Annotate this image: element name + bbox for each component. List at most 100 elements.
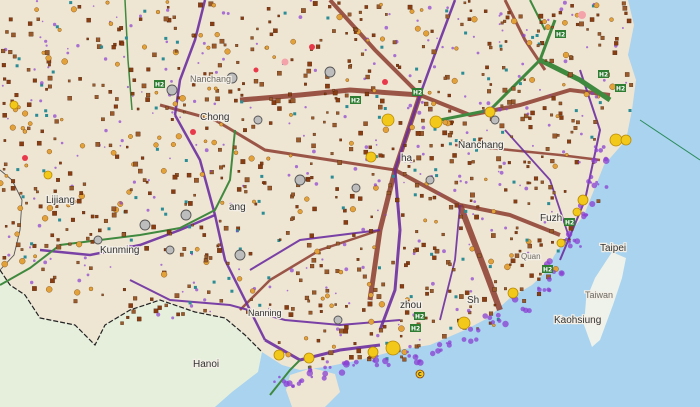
oil-plant-marker bbox=[509, 253, 514, 258]
wind-plant-marker bbox=[430, 252, 434, 256]
oil-plant-marker bbox=[345, 78, 350, 82]
wind-plant-marker bbox=[380, 45, 384, 49]
gas-plant-marker bbox=[417, 110, 422, 115]
gas-plant-marker bbox=[139, 14, 142, 18]
coal-plant-marker bbox=[25, 201, 28, 205]
wind-plant-marker bbox=[30, 242, 34, 246]
gas-plant-marker bbox=[476, 51, 480, 55]
gas-plant-marker bbox=[446, 6, 449, 9]
gas-plant-marker bbox=[407, 354, 412, 358]
coal-plant-marker bbox=[177, 67, 181, 70]
coal-plant-marker bbox=[462, 121, 467, 126]
coal-plant-marker bbox=[86, 236, 90, 241]
coal-plant-marker bbox=[110, 111, 115, 116]
oil-plant-marker bbox=[41, 215, 49, 222]
gas-plant-marker bbox=[190, 253, 194, 256]
coal-plant-marker bbox=[357, 355, 362, 360]
coal-plant-marker bbox=[44, 243, 49, 248]
wind-plant-marker bbox=[434, 168, 438, 172]
coal-plant-marker bbox=[357, 267, 362, 272]
coal-plant-marker bbox=[308, 310, 313, 315]
wind-plant-marker bbox=[590, 135, 594, 139]
coal-plant-marker bbox=[47, 84, 52, 89]
coal-plant-marker bbox=[369, 332, 374, 336]
svg-text:H2: H2 bbox=[556, 32, 565, 39]
oil-plant-marker bbox=[45, 55, 52, 62]
wind-plant-marker bbox=[175, 40, 179, 44]
h2-marker: H2 bbox=[615, 84, 626, 93]
coal-plant-marker bbox=[337, 1, 341, 5]
coal-plant-marker bbox=[111, 212, 117, 218]
gas-plant-marker bbox=[465, 131, 469, 135]
oil-plant-marker bbox=[76, 241, 83, 248]
coal-plant-marker bbox=[507, 161, 511, 165]
coal-plant-marker bbox=[170, 118, 174, 121]
gas-plant-marker bbox=[595, 180, 598, 184]
coal-plant-marker bbox=[441, 232, 445, 237]
coal-plant-marker bbox=[388, 183, 392, 188]
hydro-marker bbox=[351, 183, 361, 193]
oil-plant-marker bbox=[431, 101, 436, 107]
gas-plant-marker bbox=[498, 23, 501, 26]
coal-plant-marker bbox=[111, 206, 117, 212]
gas-plant-marker bbox=[469, 290, 473, 293]
coal-plant-marker bbox=[491, 233, 496, 238]
coal-plant-marker bbox=[207, 290, 211, 294]
gas-plant-marker bbox=[129, 24, 133, 28]
gas-plant-marker bbox=[7, 235, 11, 238]
map-canvas[interactable]: Nanchang Chong Lijiang Kunming ang ha Na… bbox=[0, 0, 700, 407]
gas-plant-marker bbox=[294, 165, 299, 169]
map-view[interactable]: Nanchang Chong Lijiang Kunming ang ha Na… bbox=[0, 0, 700, 407]
gas-plant-marker bbox=[499, 170, 504, 175]
coal-plant-marker bbox=[527, 202, 531, 205]
svg-text:H2: H2 bbox=[616, 86, 625, 93]
gas-plant-marker bbox=[578, 160, 581, 164]
coal-plant-marker bbox=[277, 14, 280, 18]
oil-plant-marker bbox=[372, 245, 377, 250]
wind-plant-marker bbox=[107, 227, 111, 231]
gas-plant-marker bbox=[222, 143, 225, 146]
coal-plant-marker bbox=[176, 312, 180, 317]
coal-plant-marker bbox=[119, 26, 124, 30]
wind-plant-marker bbox=[341, 206, 345, 210]
coal-plant-marker bbox=[448, 289, 452, 293]
coal-plant-marker bbox=[586, 28, 589, 31]
coal-plant-marker bbox=[89, 233, 93, 236]
coal-plant-marker bbox=[447, 93, 451, 98]
coal-plant-marker bbox=[429, 289, 434, 293]
gas-plant-marker bbox=[181, 290, 184, 293]
coal-plant-marker bbox=[537, 277, 541, 281]
gas-plant-marker bbox=[567, 240, 571, 244]
coal-plant-marker bbox=[335, 241, 340, 246]
gas-plant-marker bbox=[147, 179, 150, 182]
gas-plant-marker bbox=[583, 213, 588, 217]
coal-plant-marker bbox=[268, 20, 272, 24]
place-label-fuzhou: Fuzh bbox=[540, 213, 562, 224]
oil-plant-marker bbox=[320, 296, 325, 301]
hydro-marker bbox=[165, 245, 175, 255]
coal-plant-marker bbox=[172, 174, 178, 180]
gas-plant-marker bbox=[486, 129, 488, 132]
coal-plant-marker bbox=[403, 144, 407, 147]
coal-plant-marker bbox=[53, 189, 57, 193]
coal-plant-marker bbox=[3, 162, 8, 167]
coal-plant-marker bbox=[285, 231, 290, 235]
solar-marker bbox=[381, 113, 395, 127]
gas-plant-marker bbox=[586, 46, 589, 49]
wind-plant-marker bbox=[454, 295, 458, 299]
coal-plant-marker bbox=[325, 83, 330, 89]
place-label-hanoi: Hanoi bbox=[193, 359, 219, 370]
coal-plant-marker bbox=[334, 303, 337, 306]
place-label-guangzhou: zhou bbox=[400, 300, 422, 311]
oil-plant-marker bbox=[266, 156, 271, 161]
coal-plant-marker bbox=[188, 201, 193, 206]
oil-plant-marker bbox=[170, 141, 176, 147]
gas-plant-marker bbox=[77, 278, 82, 283]
coal-plant-marker bbox=[517, 89, 521, 93]
wind-plant-marker bbox=[293, 112, 297, 116]
gas-plant-marker bbox=[141, 91, 143, 93]
coal-plant-marker bbox=[101, 83, 105, 87]
coal-plant-marker bbox=[171, 189, 176, 194]
gas-plant-marker bbox=[123, 55, 126, 58]
gas-plant-marker bbox=[547, 277, 552, 282]
